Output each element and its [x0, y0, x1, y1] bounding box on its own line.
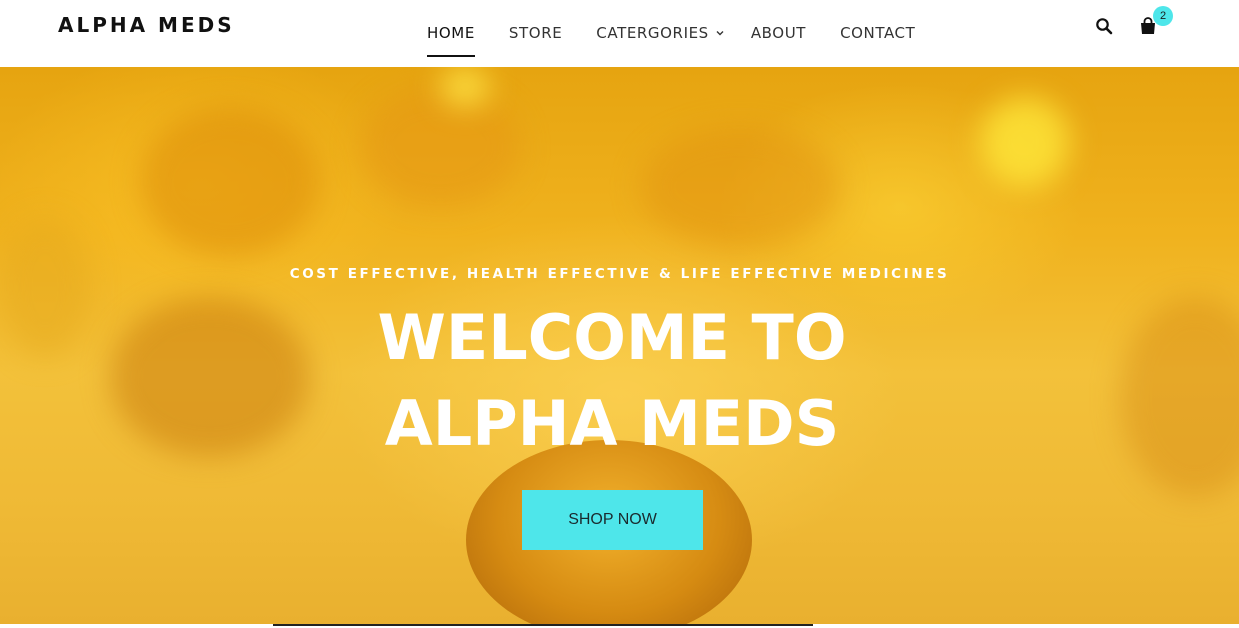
nav-item-categories[interactable]: CATERGORIES [596, 9, 725, 57]
chevron-down-icon [716, 31, 724, 36]
hero-title-line-2: ALPHA MEDS [384, 387, 840, 460]
section-divider-line [273, 624, 813, 626]
nav-item-label: CATERGORIES [596, 24, 709, 42]
nav-item-contact[interactable]: CONTACT [840, 9, 915, 57]
site-logo[interactable]: ALPHA MEDS [58, 13, 235, 37]
decorative-bokeh [440, 67, 490, 107]
nav-item-label: STORE [508, 24, 563, 42]
nav-item-label: ABOUT [750, 24, 807, 42]
hero-subtitle: COST EFFECTIVE, HEALTH EFFECTIVE & LIFE … [289, 266, 950, 282]
hero-title: WELCOME TO ALPHA MEDS [0, 295, 1224, 467]
search-icon[interactable] [1095, 17, 1113, 35]
decorative-bokeh [140, 107, 320, 257]
decorative-bokeh [640, 127, 840, 247]
hero-title-line-1: WELCOME TO [377, 301, 847, 374]
nav-item-label: HOME [427, 24, 475, 42]
hero-banner: COST EFFECTIVE, HEALTH EFFECTIVE & LIFE … [0, 67, 1239, 624]
nav-item-home[interactable]: HOME [427, 9, 475, 57]
nav-item-label: CONTACT [840, 24, 916, 42]
nav-item-about[interactable]: ABOUT [751, 9, 806, 57]
decorative-bokeh [360, 87, 520, 207]
site-header: ALPHA MEDS HOME STORE CATERGORIES ABOUT … [0, 0, 1239, 67]
shop-now-button[interactable]: SHOP NOW [522, 490, 703, 550]
nav-item-store[interactable]: STORE [509, 9, 562, 57]
cart-count-badge: 2 [1153, 6, 1173, 26]
main-nav: HOME STORE CATERGORIES ABOUT CONTACT [427, 0, 949, 67]
decorative-bokeh [980, 97, 1070, 187]
